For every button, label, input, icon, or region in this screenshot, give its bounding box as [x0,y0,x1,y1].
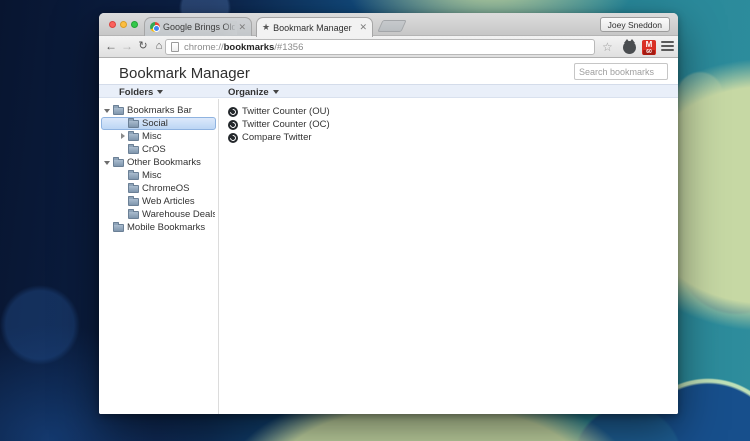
tree-item-label: Warehouse Deals [142,209,215,220]
url-path: /#1356 [274,42,303,53]
tab-title-fade [223,21,237,35]
expander-placeholder [119,198,126,205]
gmail-extension-icon[interactable]: M 60 [642,40,656,55]
tree-item-label: Web Articles [142,196,195,207]
folder-icon [113,224,124,232]
folder-icon [128,120,139,128]
url-scheme: chrome:// [184,42,224,53]
tab-close-icon[interactable]: ✕ [359,23,367,32]
tree-item-social-selected[interactable]: Social [101,117,216,130]
new-tab-button[interactable] [377,20,406,32]
expander-placeholder [119,185,126,192]
expander-down-icon[interactable] [104,159,111,166]
folder-tree: Bookmarks Bar Social Misc CrOS [99,99,218,234]
expander-right-icon[interactable] [119,133,126,140]
folder-icon [128,211,139,219]
page-icon [171,42,179,52]
organize-menu-button[interactable]: Organize [228,86,279,98]
expander-placeholder [119,120,126,127]
bookmark-this-page-star-icon[interactable]: ☆ [602,39,613,55]
chevron-down-icon [157,90,163,94]
bookmark-title: Twitter Counter (OC) [242,119,330,130]
github-extension-icon[interactable] [623,41,636,54]
twitter-counter-favicon [228,120,238,130]
tab-title: Bookmark Manager [273,23,356,33]
chrome-menu-button[interactable] [661,41,674,53]
tree-item-cros[interactable]: CrOS [101,143,216,156]
bookmark-item-twitter-counter-ou[interactable]: Twitter Counter (OU) [219,105,678,118]
gmail-m-glyph: M [642,41,656,49]
close-window-button[interactable] [109,21,116,28]
expander-placeholder [119,172,126,179]
folder-icon [128,133,139,141]
folder-icon [128,198,139,206]
tab-close-icon[interactable]: ✕ [238,23,246,32]
forward-button[interactable]: → [119,38,135,55]
tab-bookmark-manager[interactable]: ★ Bookmark Manager ✕ [256,17,373,37]
bookmark-title: Twitter Counter (OU) [242,106,330,117]
tree-item-label: Bookmarks Bar [127,105,192,116]
twitter-counter-favicon [228,107,238,117]
url-host: bookmarks [224,42,275,53]
bookmark-item-twitter-counter-oc[interactable]: Twitter Counter (OC) [219,118,678,131]
folder-icon [113,107,124,115]
tree-item-label: Misc [142,131,162,142]
tree-item-misc-bar[interactable]: Misc [101,130,216,143]
sidebar-divider [218,99,219,414]
tree-item-chromeos[interactable]: ChromeOS [101,182,216,195]
gmail-unread-badge: 60 [643,50,655,55]
bookmark-manager-page: Bookmark Manager Folders Organize Bo [99,58,678,414]
expander-placeholder [119,211,126,218]
back-button[interactable]: ← [103,38,119,55]
folders-menu-button[interactable]: Folders [119,86,163,98]
twitter-counter-favicon [228,133,238,143]
profile-button[interactable]: Joey Sneddon [600,17,670,32]
browser-toolbar: ← → ↻ ⌂ chrome://bookmarks/#1356 ☆ M 60 [99,36,678,58]
tree-item-mobile-bookmarks[interactable]: Mobile Bookmarks [101,221,216,234]
tab-google-brings-old-bookmarks[interactable]: Google Brings Old Bookm ✕ [144,17,252,36]
expander-placeholder [104,224,111,231]
desktop-wallpaper: Google Brings Old Bookm ✕ ★ Bookmark Man… [0,0,750,441]
tree-item-web-articles[interactable]: Web Articles [101,195,216,208]
organize-menu-label: Organize [228,87,269,98]
tab-strip: Google Brings Old Bookm ✕ ★ Bookmark Man… [99,13,678,36]
bookmark-title: Compare Twitter [242,132,312,143]
tree-item-label: CrOS [142,144,166,155]
tree-item-label: ChromeOS [142,183,190,194]
expander-placeholder [119,146,126,153]
minimize-window-button[interactable] [120,21,127,28]
chrome-logo-icon [150,22,160,32]
tree-item-bookmarks-bar[interactable]: Bookmarks Bar [101,104,216,117]
chevron-down-icon [273,90,279,94]
folder-icon [128,172,139,180]
search-input[interactable] [574,63,668,80]
reload-button[interactable]: ↻ [135,38,151,55]
profile-name: Joey Sneddon [608,20,662,30]
browser-window: Google Brings Old Bookm ✕ ★ Bookmark Man… [99,13,678,414]
tree-item-other-bookmarks[interactable]: Other Bookmarks [101,156,216,169]
list-header-bar: Folders Organize [99,84,678,98]
folder-icon [128,185,139,193]
folders-menu-label: Folders [119,87,153,98]
tree-item-label: Other Bookmarks [127,157,201,168]
tree-item-label: Misc [142,170,162,181]
page-title: Bookmark Manager [119,65,250,82]
tree-item-label: Social [142,118,168,129]
folder-icon [128,146,139,154]
folder-icon [113,159,124,167]
bookmark-item-compare-twitter[interactable]: Compare Twitter [219,131,678,144]
tree-item-label: Mobile Bookmarks [127,222,205,233]
tree-item-warehouse-deals[interactable]: Warehouse Deals [101,208,216,221]
tree-item-misc-other[interactable]: Misc [101,169,216,182]
bookmark-list: Twitter Counter (OU) Twitter Counter (OC… [219,99,678,144]
expander-down-icon[interactable] [104,107,111,114]
bookmark-star-favicon-icon: ★ [262,22,270,33]
zoom-window-button[interactable] [131,21,138,28]
address-bar[interactable]: chrome://bookmarks/#1356 [165,39,595,55]
